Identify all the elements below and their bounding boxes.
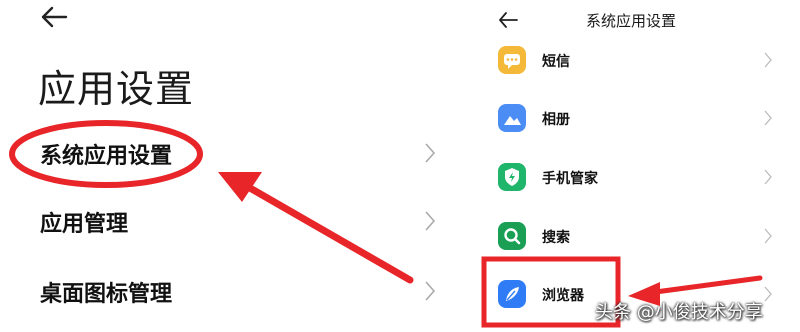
app-item-label: 短信 (542, 54, 570, 70)
chevron-right-icon (764, 110, 772, 126)
settings-item-label: 应用管理 (40, 212, 129, 237)
right-system-apps-screen: 系统应用设置 短信 相册 手机管家 搜索 浏览器 (462, 0, 800, 332)
gallery-icon (498, 104, 526, 132)
screen-title: 系统应用设置 (585, 12, 676, 30)
app-item-label: 相册 (542, 112, 570, 128)
page-title: 应用设置 (38, 67, 195, 111)
left-settings-screen: 应用设置 系统应用设置 应用管理 桌面图标管理 (0, 0, 462, 332)
watermark-text: 头条 @小俊技术分享 (595, 302, 763, 323)
chevron-right-icon (425, 143, 436, 163)
settings-item-app-management[interactable]: 应用管理 (0, 194, 462, 250)
app-item-security[interactable]: 手机管家 (462, 157, 800, 197)
app-item-sms[interactable]: 短信 (462, 40, 800, 80)
settings-item-label: 桌面图标管理 (40, 282, 173, 307)
app-item-search[interactable]: 搜索 (462, 216, 800, 256)
search-icon (498, 222, 526, 250)
chevron-right-icon (764, 286, 772, 302)
chevron-right-icon (764, 169, 772, 185)
app-item-gallery[interactable]: 相册 (462, 98, 800, 138)
settings-item-label: 系统应用设置 (40, 144, 173, 169)
chevron-right-icon (425, 281, 436, 301)
shield-icon (498, 163, 526, 191)
settings-item-system-apps[interactable]: 系统应用设置 (0, 126, 462, 182)
chevron-right-icon (425, 211, 436, 231)
settings-item-desktop-icons[interactable]: 桌面图标管理 (0, 264, 462, 320)
browser-icon (498, 280, 526, 308)
message-icon (498, 46, 526, 74)
chevron-right-icon (764, 52, 772, 68)
app-item-label: 浏览器 (542, 288, 584, 304)
chevron-right-icon (764, 228, 772, 244)
back-arrow-icon[interactable] (40, 5, 68, 29)
app-item-label: 手机管家 (542, 171, 598, 187)
app-item-label: 搜索 (542, 230, 570, 246)
